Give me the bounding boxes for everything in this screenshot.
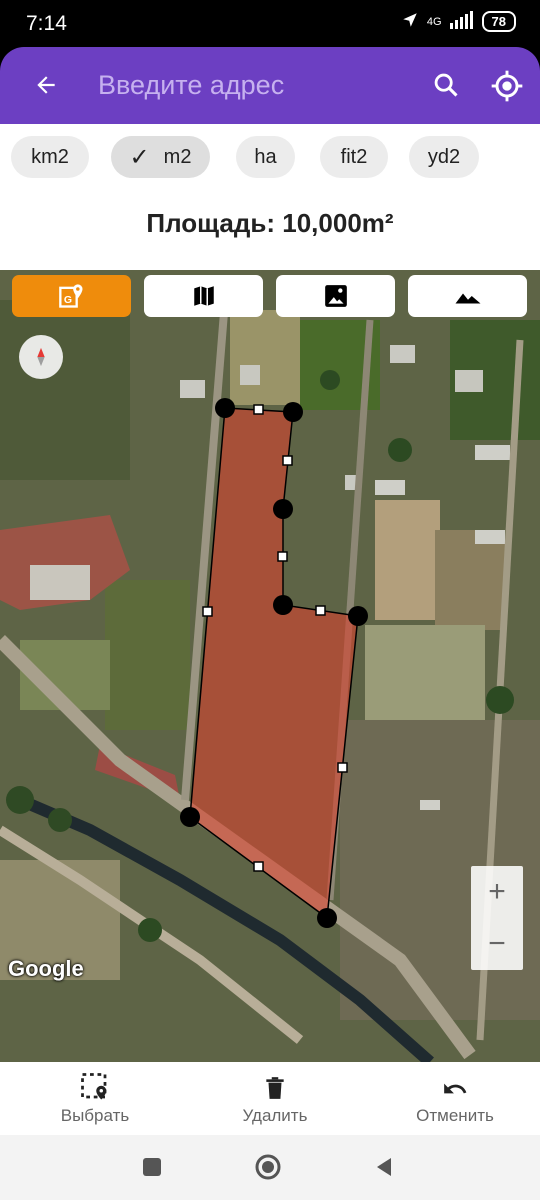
delete-label: Удалить (242, 1106, 308, 1125)
vertex-handle (215, 398, 235, 418)
unit-chip-label: m2 (163, 145, 192, 168)
back-button[interactable] (26, 65, 66, 105)
unit-chip-fit2[interactable]: fit2 (320, 136, 388, 178)
unit-chip-label: fit2 (340, 145, 368, 168)
undo-button[interactable]: Отменить (385, 1062, 525, 1135)
unit-chip-km2[interactable]: km2 (11, 136, 89, 178)
my-location-button[interactable] (486, 65, 528, 107)
vertex-handle (348, 606, 368, 626)
delete-button[interactable]: Удалить (205, 1062, 345, 1135)
back-arrow-icon (37, 76, 55, 94)
undo-icon (444, 1083, 467, 1094)
zoom-out-button[interactable]: − (471, 918, 523, 970)
status-bar: 7:14 4G 78 (0, 0, 540, 47)
unit-chip-yd2[interactable]: yd2 (409, 136, 479, 178)
app-bar (0, 47, 540, 124)
area-result: Площадь: 10,000m² (146, 208, 394, 238)
unit-chip-m2[interactable]: ✓ m2 (111, 136, 210, 178)
svg-text:G: G (63, 294, 71, 306)
vertex-handle (283, 402, 303, 422)
action-bar: Выбрать Удалить Отменить (0, 1062, 540, 1135)
polygon-handles[interactable] (0, 270, 540, 1062)
vertex-handle (273, 595, 293, 615)
vertex-handle (317, 908, 337, 928)
address-search-input[interactable] (98, 63, 408, 107)
circle-icon (255, 1154, 281, 1180)
recents-button[interactable] (132, 1147, 172, 1187)
unit-panel: km2 ✓ m2 ha fit2 yd2 Площадь: 10,000m² (0, 124, 540, 270)
location-arrow-icon (401, 11, 419, 32)
select-label: Выбрать (60, 1106, 130, 1125)
map-pin-layer-icon: G (58, 284, 82, 308)
compass-icon (37, 347, 45, 367)
satellite-layer-button[interactable] (276, 275, 395, 317)
signal-icon (449, 11, 474, 32)
mountain-icon (455, 293, 480, 304)
search-button[interactable] (426, 65, 466, 105)
midpoint-handle (253, 404, 264, 415)
check-icon: ✓ (129, 143, 150, 171)
unit-chip-label: yd2 (427, 145, 461, 168)
midpoint-handle (337, 762, 348, 773)
zoom-in-button[interactable]: + (471, 866, 523, 918)
midpoint-handle (253, 861, 264, 872)
midpoint-handle (202, 606, 213, 617)
image-icon (324, 285, 347, 307)
google-attribution: Google (8, 956, 84, 981)
status-time: 7:14 (26, 12, 67, 35)
home-button[interactable] (248, 1147, 288, 1187)
status-icons: 4G 78 (401, 11, 516, 32)
map-layer-button[interactable] (144, 275, 263, 317)
square-icon (143, 1158, 161, 1176)
system-nav-bar (0, 1135, 540, 1200)
midpoint-handle (277, 551, 288, 562)
midpoint-handle (282, 455, 293, 466)
triangle-back-icon (377, 1158, 391, 1176)
folded-map-icon (193, 286, 214, 306)
vertex-handle (273, 499, 293, 519)
battery-indicator: 78 (481, 11, 516, 32)
undo-label: Отменить (416, 1106, 494, 1125)
select-button[interactable]: Выбрать (25, 1062, 165, 1135)
vertex-handle (180, 807, 200, 827)
search-icon (434, 73, 458, 97)
select-area-icon (81, 1073, 107, 1100)
satellite-map[interactable]: G + − Google (0, 270, 540, 1062)
gps-target-icon (491, 70, 523, 102)
midpoint-handle (315, 605, 326, 616)
back-nav-button[interactable] (364, 1147, 404, 1187)
unit-chip-ha[interactable]: ha (236, 136, 295, 178)
unit-chip-label: km2 (31, 145, 69, 168)
unit-chip-label: ha (254, 145, 277, 168)
zoom-controls: + − (471, 866, 523, 970)
compass-button[interactable] (19, 335, 63, 379)
hybrid-layer-button[interactable]: G (12, 275, 131, 317)
terrain-layer-button[interactable] (408, 275, 527, 317)
network-type: 4G (426, 15, 442, 28)
trash-icon (266, 1077, 284, 1099)
